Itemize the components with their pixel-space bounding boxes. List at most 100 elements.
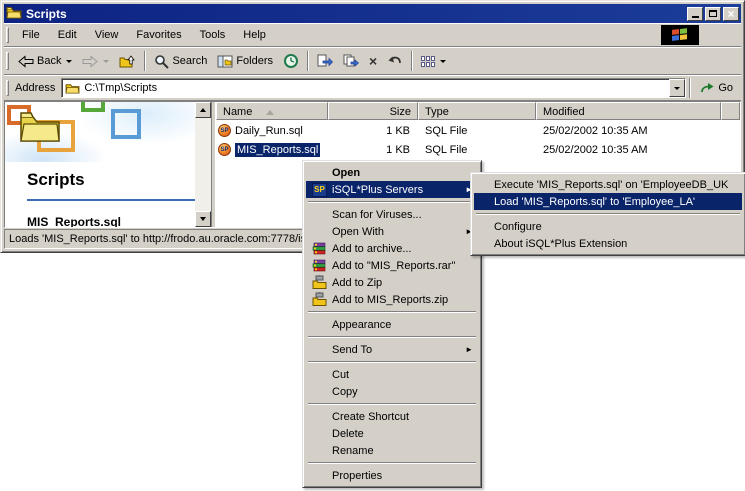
isqlplus-servers-submenu: Execute 'MIS_Reports.sql' on 'EmployeeDB… — [470, 172, 745, 256]
scroll-up-button[interactable] — [195, 102, 211, 118]
history-button[interactable] — [278, 49, 304, 73]
context-menu-item-appearance[interactable]: Appearance — [306, 316, 478, 333]
search-button[interactable]: Search — [149, 49, 212, 73]
toolbar-separator — [411, 51, 413, 71]
sort-ascending-icon — [266, 110, 274, 115]
menu-file[interactable]: File — [13, 26, 49, 44]
address-dropdown-button[interactable] — [669, 79, 685, 97]
menu-edit[interactable]: Edit — [49, 26, 86, 44]
menu-view[interactable]: View — [86, 26, 128, 44]
menu-help[interactable]: Help — [234, 26, 275, 44]
submenu-item-load-to-employee-la[interactable]: Load 'MIS_Reports.sql' to 'Employee_LA' — [474, 193, 742, 210]
folders-button[interactable]: Folders — [212, 49, 278, 73]
undo-icon — [387, 55, 403, 68]
context-menu-item-scan-for-viruses[interactable]: Scan for Viruses... — [306, 206, 478, 223]
move-to-button[interactable] — [312, 49, 338, 73]
addressbar-separator — [689, 78, 691, 98]
close-button[interactable]: × — [723, 7, 739, 21]
views-button[interactable] — [416, 49, 451, 73]
file-list-header: Name Size Type Modified — [216, 102, 740, 120]
winzip-icon — [312, 292, 327, 307]
column-header-modified[interactable]: Modified — [536, 102, 721, 120]
close-icon: × — [727, 9, 734, 19]
forward-dropdown-icon — [103, 60, 109, 63]
file-row-mis-reports[interactable]: SP MIS_Reports.sql 1 KB SQL File 25/02/2… — [216, 141, 740, 158]
menu-icon-slot — [312, 292, 332, 307]
context-menu-item-properties[interactable]: Properties — [306, 467, 478, 484]
folder-title: Scripts — [27, 170, 195, 190]
menu-favorites[interactable]: Favorites — [127, 26, 190, 44]
delete-x-icon: × — [369, 55, 377, 67]
address-combo[interactable]: C:\Tmp\Scripts — [61, 78, 686, 98]
address-label: Address — [15, 82, 55, 94]
submenu-item-configure[interactable]: Configure — [474, 218, 742, 235]
winrar-icon — [312, 241, 327, 256]
isqlplus-file-icon: SP — [218, 124, 231, 137]
back-button[interactable]: Back — [13, 49, 77, 73]
undo-button[interactable] — [382, 49, 408, 73]
context-menu: Open SP iSQL*Plus Servers ► Scan for Vir… — [302, 160, 482, 488]
delete-button[interactable]: × — [364, 49, 382, 73]
file-name[interactable]: Daily_Run.sql — [235, 125, 303, 137]
menubar-grip[interactable] — [6, 27, 9, 42]
context-menu-item-isqlplus-servers[interactable]: SP iSQL*Plus Servers ► — [306, 181, 478, 198]
column-header-size[interactable]: Size — [328, 102, 418, 120]
scroll-up-icon — [200, 108, 206, 112]
menu-icon-slot: SP — [312, 183, 332, 197]
menu-icon-slot — [312, 258, 332, 273]
context-menu-item-open-with[interactable]: Open With ► — [306, 223, 478, 240]
file-name-selected[interactable]: MIS_Reports.sql — [235, 143, 320, 157]
go-button[interactable]: Go — [694, 80, 741, 97]
file-row-daily-run[interactable]: SP Daily_Run.sql 1 KB SQL File 25/02/200… — [216, 122, 740, 139]
file-size: 1 KB — [328, 125, 418, 137]
back-dropdown-icon — [66, 60, 72, 63]
search-icon — [154, 54, 169, 69]
context-menu-item-create-shortcut[interactable]: Create Shortcut — [306, 408, 478, 425]
column-header-type[interactable]: Type — [418, 102, 536, 120]
back-arrow-icon — [18, 55, 34, 68]
context-menu-item-send-to[interactable]: Send To ► — [306, 341, 478, 358]
menu-icon-slot — [312, 275, 332, 290]
submenu-item-about-isqlplus-extension[interactable]: About iSQL*Plus Extension — [474, 235, 742, 252]
windows-flag-icon — [672, 28, 688, 43]
context-menu-item-add-to-named-zip[interactable]: Add to MIS_Reports.zip — [306, 291, 478, 308]
banner-green-square — [81, 102, 105, 112]
menu-tools[interactable]: Tools — [191, 26, 235, 44]
context-menu-item-rename[interactable]: Rename — [306, 442, 478, 459]
context-menu-item-delete[interactable]: Delete — [306, 425, 478, 442]
addressbar-grip[interactable] — [6, 80, 9, 97]
column-header-name[interactable]: Name — [216, 102, 328, 120]
scroll-down-button[interactable] — [195, 211, 211, 227]
submenu-arrow-icon: ► — [465, 345, 473, 354]
menu-separator — [308, 336, 476, 338]
context-menu-item-add-to-zip[interactable]: Add to Zip — [306, 274, 478, 291]
selected-file-name: MIS_Reports.sql — [27, 215, 195, 227]
file-modified: 25/02/2002 10:35 AM — [536, 125, 721, 137]
up-button[interactable] — [114, 49, 141, 73]
toolbar-separator — [307, 51, 309, 71]
views-dropdown-icon — [440, 60, 446, 63]
context-menu-item-add-to-archive[interactable]: Add to archive... — [306, 240, 478, 257]
copy-to-button[interactable] — [338, 49, 364, 73]
webview-scrollbar[interactable] — [195, 102, 211, 227]
address-path[interactable]: C:\Tmp\Scripts — [84, 82, 669, 94]
banner-blue-square — [111, 109, 141, 139]
column-header-filler — [721, 102, 740, 120]
context-menu-item-copy[interactable]: Copy — [306, 383, 478, 400]
context-menu-item-cut[interactable]: Cut — [306, 366, 478, 383]
title-bar[interactable]: Scripts × — [4, 4, 741, 23]
context-menu-item-open[interactable]: Open — [306, 164, 478, 181]
menu-separator — [308, 201, 476, 203]
submenu-item-execute-on-employeedb-uk[interactable]: Execute 'MIS_Reports.sql' on 'EmployeeDB… — [474, 176, 742, 193]
minimize-button[interactable] — [687, 7, 703, 21]
menu-bar: File Edit View Favorites Tools Help — [4, 23, 741, 47]
menu-separator — [308, 462, 476, 464]
maximize-icon — [709, 10, 717, 17]
context-menu-item-add-to-rar[interactable]: Add to "MIS_Reports.rar" — [306, 257, 478, 274]
maximize-button[interactable] — [705, 7, 721, 21]
forward-button[interactable] — [77, 49, 114, 73]
winrar-icon — [312, 258, 327, 273]
windows-logo-throbber — [661, 25, 699, 45]
scroll-down-icon — [200, 217, 206, 221]
toolbar-grip[interactable] — [6, 52, 9, 70]
